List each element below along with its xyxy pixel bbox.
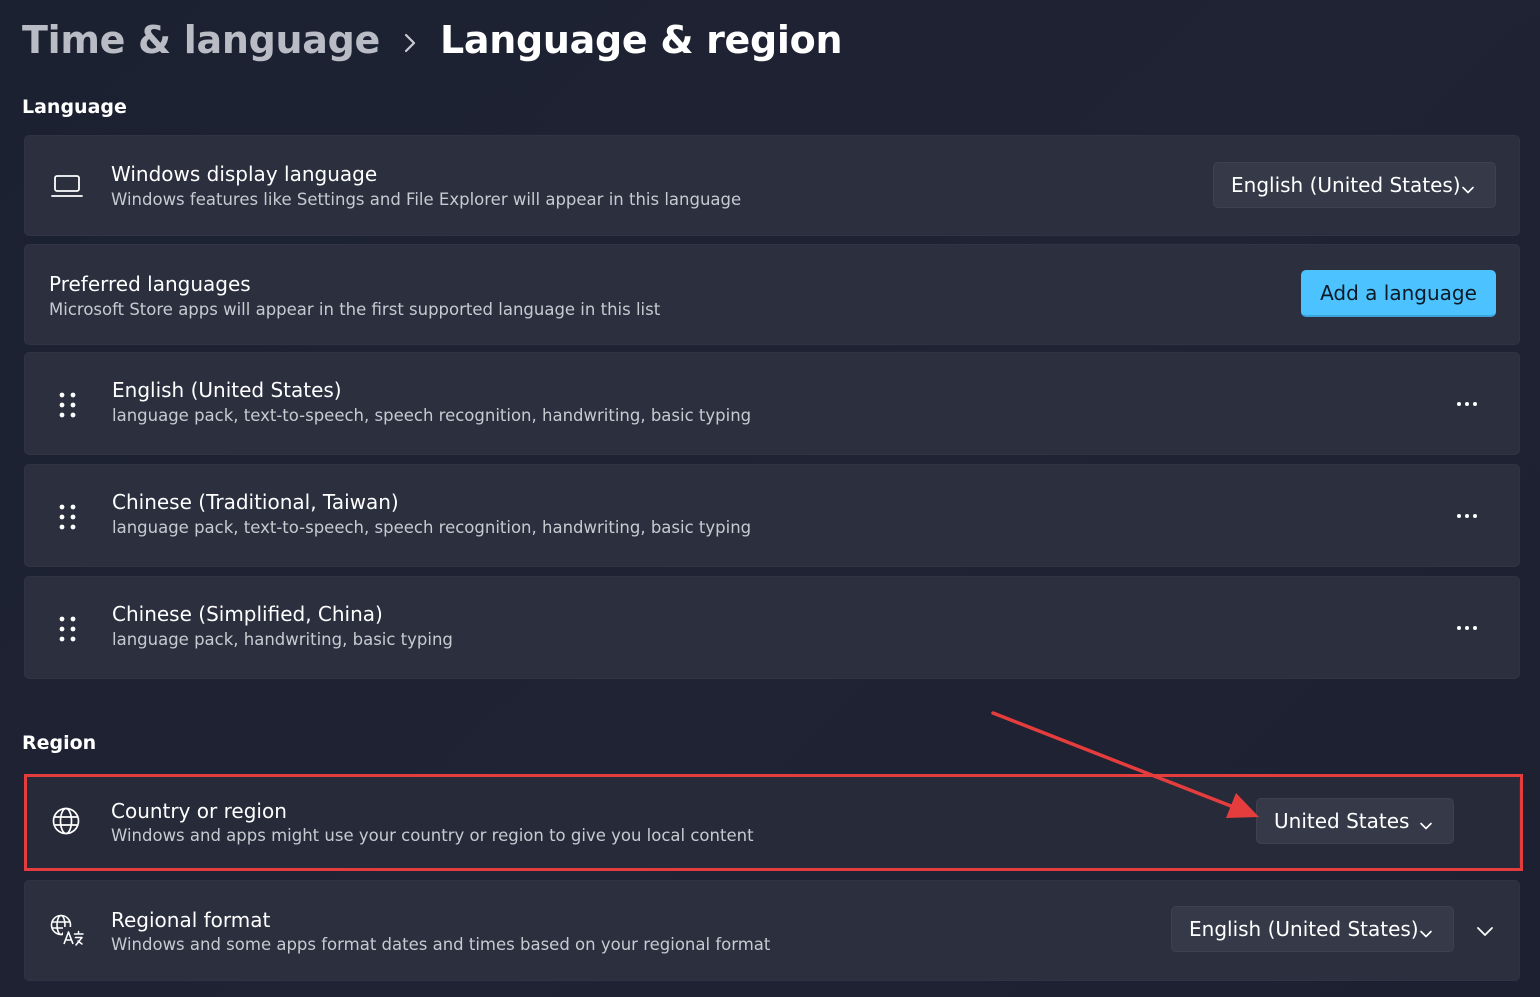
country-region-dropdown[interactable]: United States — [1256, 798, 1454, 844]
preferred-languages-subtitle: Microsoft Store apps will appear in the … — [49, 300, 661, 319]
breadcrumb-parent[interactable]: Time & language — [22, 18, 380, 62]
regional-format-card: Regional format Windows and some apps fo… — [24, 880, 1520, 981]
language-item-chinese-simplified[interactable]: Chinese (Simplified, China) language pac… — [24, 576, 1520, 679]
display-language-subtitle: Windows features like Settings and File … — [111, 190, 742, 209]
language-features: language pack, handwriting, basic typing — [112, 630, 453, 649]
globe-icon — [51, 806, 81, 836]
more-options-icon[interactable] — [1447, 496, 1487, 536]
chevron-down-icon — [1419, 922, 1433, 946]
language-item-chinese-traditional[interactable]: Chinese (Traditional, Taiwan) language p… — [24, 464, 1520, 567]
page-title: Language & region — [440, 18, 843, 62]
regional-format-title: Regional format — [111, 908, 271, 932]
more-options-icon[interactable] — [1447, 384, 1487, 424]
chevron-down-icon — [1419, 814, 1433, 838]
display-language-card: Windows display language Windows feature… — [24, 135, 1520, 236]
chevron-down-icon — [1461, 178, 1475, 202]
language-name: English (United States) — [112, 378, 342, 402]
expand-chevron-icon[interactable] — [1465, 911, 1505, 951]
language-name: Chinese (Traditional, Taiwan) — [112, 490, 399, 514]
display-language-value: English (United States) — [1231, 173, 1461, 197]
regional-format-dropdown[interactable]: English (United States) — [1171, 906, 1454, 952]
more-options-icon[interactable] — [1447, 608, 1487, 648]
display-language-dropdown[interactable]: English (United States) — [1213, 162, 1496, 208]
breadcrumb: Time & language Language & region — [22, 14, 843, 66]
chevron-right-icon — [380, 18, 440, 62]
country-region-value: United States — [1274, 809, 1410, 833]
country-region-subtitle: Windows and apps might use your country … — [111, 826, 754, 845]
display-language-title: Windows display language — [111, 162, 378, 186]
preferred-languages-title: Preferred languages — [49, 272, 251, 296]
add-language-button[interactable]: Add a language — [1301, 270, 1496, 317]
preferred-languages-card: Preferred languages Microsoft Store apps… — [24, 244, 1520, 345]
language-features: language pack, text-to-speech, speech re… — [112, 518, 752, 537]
country-region-title: Country or region — [111, 799, 287, 823]
language-item-english-us[interactable]: English (United States) language pack, t… — [24, 352, 1520, 455]
section-label-language: Language — [22, 96, 127, 118]
drag-handle-icon[interactable] — [57, 503, 79, 531]
language-format-icon — [49, 913, 85, 947]
drag-handle-icon[interactable] — [57, 615, 79, 643]
drag-handle-icon[interactable] — [57, 391, 79, 419]
settings-page: Time & language Language & region Langua… — [0, 0, 1540, 997]
regional-format-subtitle: Windows and some apps format dates and t… — [111, 935, 771, 954]
regional-format-value: English (United States) — [1189, 917, 1419, 941]
section-label-region: Region — [22, 732, 97, 754]
laptop-icon — [51, 173, 83, 199]
language-features: language pack, text-to-speech, speech re… — [112, 406, 752, 425]
country-region-card: Country or region Windows and apps might… — [24, 776, 1520, 870]
language-name: Chinese (Simplified, China) — [112, 602, 383, 626]
